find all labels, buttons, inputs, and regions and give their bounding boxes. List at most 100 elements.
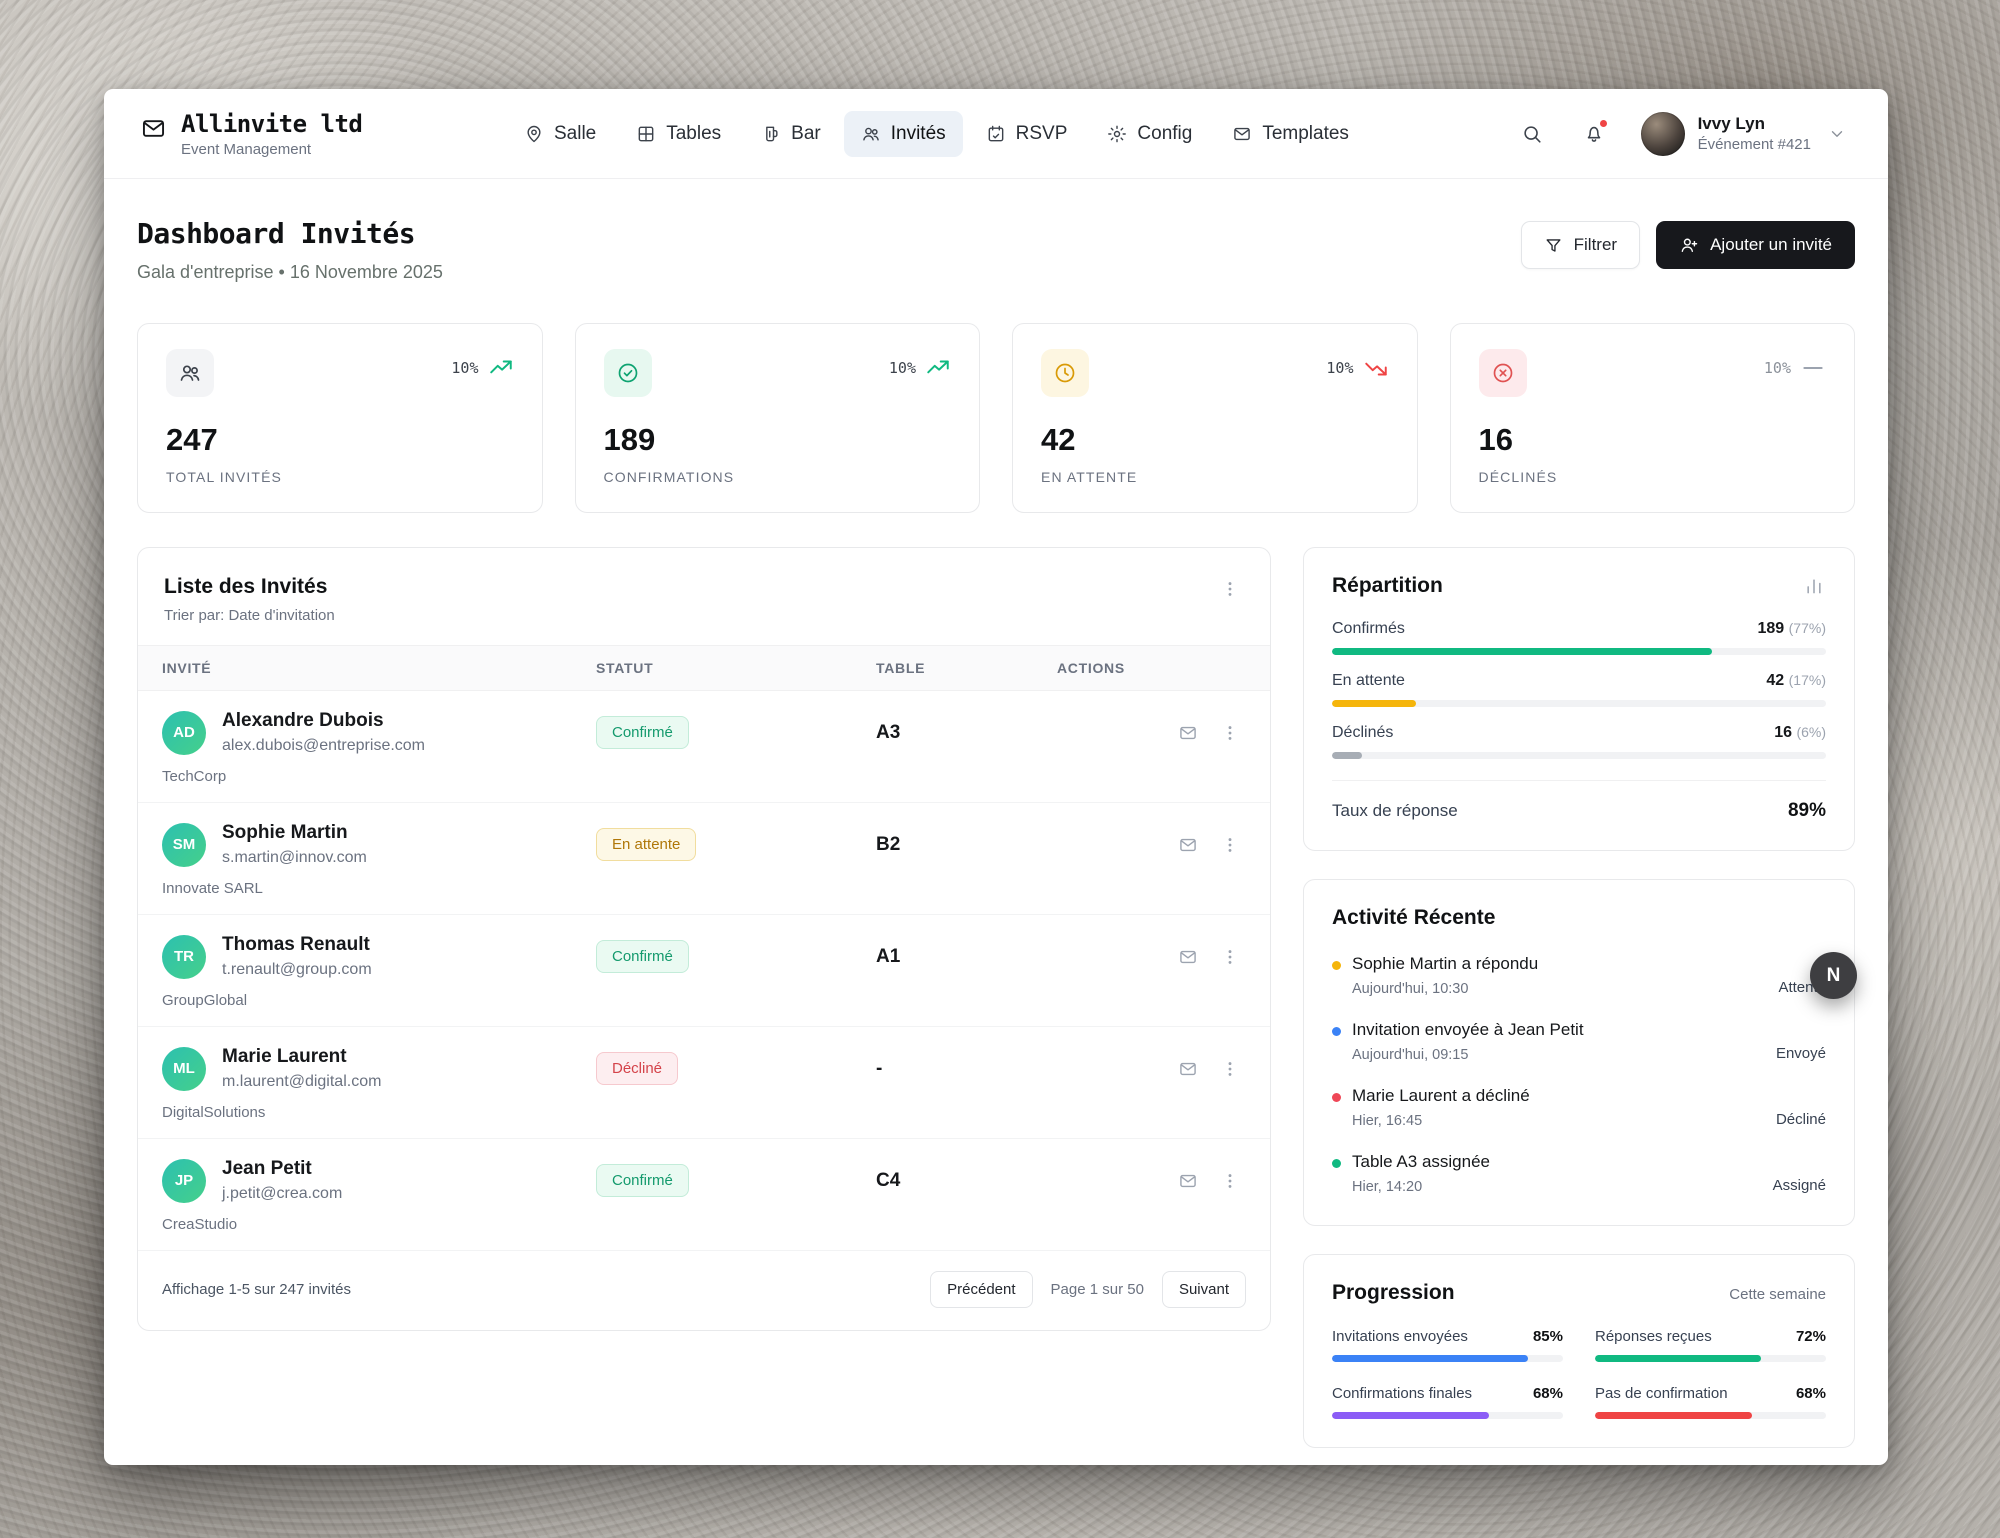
guest-company: CreaStudio (162, 1216, 1246, 1233)
activity-item: Sophie Martin a répondu Aujourd'hui, 10:… (1332, 954, 1826, 997)
stats-row: 10% 247 TOTAL INVITÉS 10% (137, 323, 1855, 513)
repartition-card: Répartition Confirmés 189 (77%) En atten… (1303, 547, 1855, 851)
activity-time: Aujourd'hui, 09:15 (1352, 1047, 1776, 1063)
send-mail-icon[interactable] (1174, 1055, 1202, 1083)
map-pin-icon (524, 124, 544, 144)
response-rate-value: 89% (1788, 800, 1826, 822)
send-mail-icon[interactable] (1174, 831, 1202, 859)
rep-value: 189 (1757, 620, 1784, 637)
table-row: SM Sophie Martin s.martin@innov.com En a… (138, 803, 1270, 915)
stat-label: DÉCLINÉS (1479, 469, 1827, 485)
progress-fill (1595, 1355, 1761, 1362)
nav-item-salle[interactable]: Salle (507, 111, 613, 157)
nav-item-templates[interactable]: Templates (1215, 111, 1366, 157)
row-kebab-icon[interactable] (1216, 1167, 1244, 1195)
send-mail-icon[interactable] (1174, 1167, 1202, 1195)
kebab-menu-icon[interactable] (1216, 575, 1244, 603)
next-page-button[interactable]: Suivant (1162, 1271, 1246, 1308)
stat-label: TOTAL INVITÉS (166, 469, 514, 485)
nav-item-config[interactable]: Config (1090, 111, 1209, 157)
guest-company: Innovate SARL (162, 880, 1246, 897)
nav-item-invites[interactable]: Invités (844, 111, 963, 157)
nav-item-bar[interactable]: Bar (744, 111, 838, 157)
guest-name: Thomas Renault (222, 934, 372, 956)
table-row: JP Jean Petit j.petit@crea.com Confirmé … (138, 1139, 1270, 1251)
app-window: Allinvite ltd Event Management Salle Tab… (104, 89, 1888, 1465)
table-assignment: A3 (876, 722, 1057, 744)
divider (1332, 780, 1826, 781)
add-guest-button[interactable]: Ajouter un invité (1656, 221, 1855, 269)
activity-item: Marie Laurent a décliné Hier, 16:45 Décl… (1332, 1086, 1826, 1129)
stat-value: 16 (1479, 422, 1827, 458)
nav-label: RSVP (1016, 123, 1068, 145)
progress-track (1332, 648, 1826, 655)
activity-dot (1332, 1159, 1341, 1168)
trend-value: 10% (889, 359, 916, 377)
progression-item: Invitations envoyées85% (1332, 1328, 1563, 1362)
bar-chart-icon[interactable] (1802, 574, 1826, 598)
chevron-down-icon (1828, 125, 1846, 143)
rep-label: Déclinés (1332, 724, 1393, 742)
user-menu[interactable]: Ivvy Lyn Événement #421 (1641, 112, 1846, 156)
filter-label: Filtrer (1574, 235, 1617, 255)
page-head: Dashboard Invités Gala d'entreprise • 16… (137, 217, 1855, 283)
activity-status: Assigné (1773, 1177, 1826, 1195)
progress-fill (1332, 1412, 1489, 1419)
activity-dot (1332, 1027, 1341, 1036)
nav-label: Tables (666, 123, 721, 145)
brand-subtitle: Event Management (181, 141, 362, 158)
people-icon (166, 349, 214, 397)
rep-label: Confirmés (1332, 620, 1405, 638)
brand: Allinvite ltd Event Management (140, 110, 362, 158)
page-indicator: Page 1 sur 50 (1051, 1281, 1144, 1298)
guest-name: Jean Petit (222, 1158, 342, 1180)
guest-company: GroupGlobal (162, 992, 1246, 1009)
main-nav: Salle Tables Bar Invités RSVP Config (507, 111, 1366, 157)
stat-card-total: 10% 247 TOTAL INVITÉS (137, 323, 543, 513)
prog-label: Pas de confirmation (1595, 1385, 1728, 1402)
status-badge: Confirmé (596, 1164, 689, 1197)
table-row: TR Thomas Renault t.renault@group.com Co… (138, 915, 1270, 1027)
table-assignment: - (876, 1058, 1057, 1080)
recent-activity-card: Activité Récente Sophie Martin a répondu… (1303, 879, 1855, 1226)
progression-title: Progression (1332, 1281, 1455, 1305)
trend-down-icon (1363, 355, 1389, 381)
table-header: INVITÉ STATUT TABLE ACTIONS (138, 645, 1270, 691)
activity-time: Hier, 14:20 (1352, 1179, 1773, 1195)
row-kebab-icon[interactable] (1216, 719, 1244, 747)
page-title: Dashboard Invités (137, 217, 443, 250)
trend-indicator: 10% (1764, 355, 1826, 381)
nav-item-rsvp[interactable]: RSVP (969, 111, 1085, 157)
nav-item-tables[interactable]: Tables (619, 111, 738, 157)
avatar: SM (162, 823, 206, 867)
beer-mug-icon (761, 124, 781, 144)
table-assignment: A1 (876, 946, 1057, 968)
prev-page-button[interactable]: Précédent (930, 1271, 1032, 1308)
activity-title: Activité Récente (1332, 906, 1495, 929)
table-assignment: B2 (876, 834, 1057, 856)
filter-button[interactable]: Filtrer (1521, 221, 1640, 269)
stat-label: EN ATTENTE (1041, 469, 1389, 485)
user-plus-icon (1679, 235, 1699, 255)
rep-pct: (17%) (1789, 672, 1826, 688)
send-mail-icon[interactable] (1174, 943, 1202, 971)
prog-value: 85% (1533, 1328, 1563, 1345)
row-kebab-icon[interactable] (1216, 1055, 1244, 1083)
clock-icon (1041, 349, 1089, 397)
col-invite: INVITÉ (162, 660, 596, 676)
trend-up-icon (925, 355, 951, 381)
search-icon[interactable] (1511, 113, 1553, 155)
trend-value: 10% (1326, 359, 1353, 377)
progress-track (1332, 700, 1826, 707)
user-event: Événement #421 (1698, 136, 1811, 153)
guest-name: Marie Laurent (222, 1046, 381, 1068)
col-table: TABLE (876, 660, 1057, 676)
bell-icon[interactable] (1573, 113, 1615, 155)
rep-label: En attente (1332, 672, 1405, 690)
row-kebab-icon[interactable] (1216, 943, 1244, 971)
stat-card-confirmations: 10% 189 CONFIRMATIONS (575, 323, 981, 513)
floating-n-button[interactable]: N (1810, 952, 1857, 999)
row-kebab-icon[interactable] (1216, 831, 1244, 859)
send-mail-icon[interactable] (1174, 719, 1202, 747)
col-statut: STATUT (596, 660, 876, 676)
